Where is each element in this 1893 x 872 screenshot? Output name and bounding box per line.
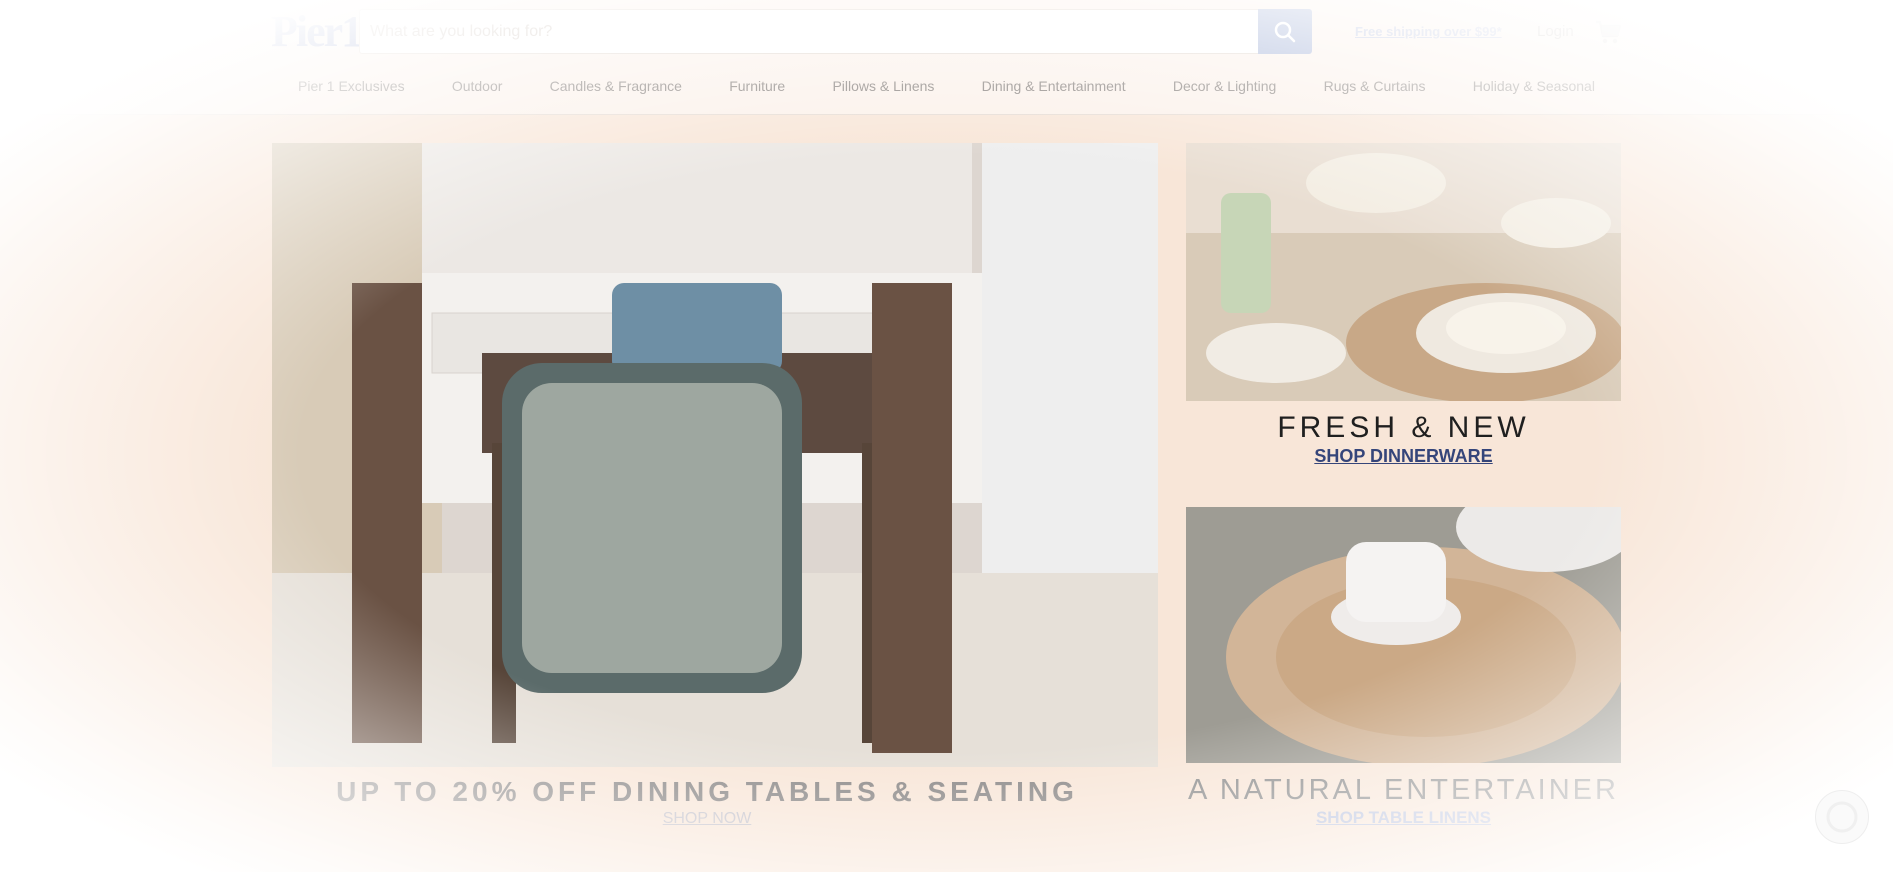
hero-dining-image[interactable] <box>272 143 1158 767</box>
table-linens-promo-image[interactable] <box>1186 507 1621 763</box>
site-header: Pier1 Free shipping over $99* Login Pier… <box>0 0 1893 115</box>
cart-icon <box>1596 20 1622 44</box>
search-button[interactable] <box>1258 9 1312 54</box>
free-shipping-link[interactable]: Free shipping over $99* <box>1355 24 1502 39</box>
nav-item-pillows-linens[interactable]: Pillows & Linens <box>832 78 934 102</box>
promo1-title: FRESH & NEW <box>1277 411 1530 444</box>
category-nav: Pier 1 Exclusives Outdoor Candles & Frag… <box>271 78 1622 102</box>
hero-shop-now-link[interactable]: SHOP NOW <box>272 810 1142 828</box>
shop-dinnerware-link[interactable]: SHOP DINNERWARE <box>1186 446 1621 467</box>
promo2-title: A NATURAL ENTERTAINER <box>1188 774 1619 806</box>
cart-button[interactable] <box>1594 18 1622 46</box>
nav-item-furniture[interactable]: Furniture <box>729 78 785 102</box>
login-link[interactable]: Login <box>1537 23 1574 40</box>
nav-item-candles-fragrance[interactable]: Candles & Fragrance <box>550 78 682 102</box>
pier1-logo[interactable]: Pier1 <box>271 8 363 56</box>
nav-item-rugs-curtains[interactable]: Rugs & Curtains <box>1324 78 1426 102</box>
search-icon <box>1274 21 1296 42</box>
search-input[interactable] <box>360 10 1256 53</box>
nav-item-pier1-exclusives[interactable]: Pier 1 Exclusives <box>298 78 405 102</box>
nav-item-holiday-seasonal[interactable]: Holiday & Seasonal <box>1473 78 1595 102</box>
hero-title: UP TO 20% OFF DINING TABLES & SEATING <box>336 776 1078 807</box>
chat-button[interactable] <box>1815 790 1869 844</box>
nav-item-dining-entertainment[interactable]: Dining & Entertainment <box>982 78 1126 102</box>
nav-item-outdoor[interactable]: Outdoor <box>452 78 503 102</box>
search-bar <box>359 9 1311 54</box>
nav-item-decor-lighting[interactable]: Decor & Lighting <box>1173 78 1277 102</box>
chat-icon <box>1826 801 1858 833</box>
shop-table-linens-link[interactable]: SHOP TABLE LINENS <box>1186 808 1621 828</box>
dinnerware-promo-image[interactable] <box>1186 143 1621 401</box>
